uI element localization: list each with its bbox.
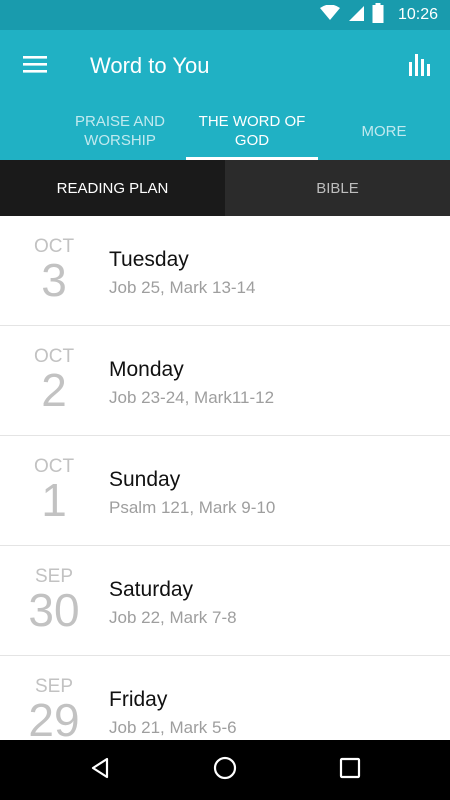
weekday-label: Monday xyxy=(109,358,184,381)
category-tabs: A PRAISE AND WORSHIP THE WORD OF GOD MOR… xyxy=(0,102,450,160)
weekday-label: Tuesday xyxy=(109,248,189,271)
home-button[interactable] xyxy=(209,754,241,786)
date-block: OCT 2 xyxy=(0,326,108,436)
passage-label: Job 23-24, Mark11-12 xyxy=(109,388,275,407)
back-icon xyxy=(88,756,112,785)
weekday-label: Sunday xyxy=(109,468,181,491)
subtabs: READING PLAN BIBLE xyxy=(0,160,450,216)
passage-label: Job 21, Mark 5-6 xyxy=(109,718,237,737)
passage-label: Job 22, Mark 7-8 xyxy=(109,608,237,627)
tab-praise-and-worship[interactable]: PRAISE AND WORSHIP xyxy=(60,102,180,160)
recents-button[interactable] xyxy=(334,754,366,786)
system-navigation-bar xyxy=(0,740,450,800)
bar-chart-icon xyxy=(408,52,432,81)
list-item[interactable]: SEP 30 Saturday Job 22, Mark 7-8 xyxy=(0,546,450,656)
list-item[interactable]: OCT 2 Monday Job 23-24, Mark11-12 xyxy=(0,326,450,436)
home-icon xyxy=(213,756,237,785)
menu-button[interactable] xyxy=(18,52,52,80)
hamburger-menu-icon xyxy=(22,54,48,79)
list-item[interactable]: OCT 3 Tuesday Job 25, Mark 13-14 xyxy=(0,216,450,326)
reading-plan-list: OCT 3 Tuesday Job 25, Mark 13-14 OCT 2 M… xyxy=(0,216,450,740)
app-bar: Word to You xyxy=(0,30,450,102)
wifi-icon xyxy=(319,4,340,26)
status-time: 10:26 xyxy=(397,6,438,23)
day-number: 2 xyxy=(41,364,67,416)
date-block: SEP 29 xyxy=(0,656,108,740)
recents-icon xyxy=(338,756,362,785)
cell-signal-icon xyxy=(348,5,364,26)
tab-the-word-of-god[interactable]: THE WORD OF GOD xyxy=(186,102,318,160)
weekday-label: Friday xyxy=(109,688,168,711)
subtab-reading-plan[interactable]: READING PLAN xyxy=(0,160,225,216)
date-block: SEP 30 xyxy=(0,546,108,656)
day-number: 30 xyxy=(28,584,80,636)
battery-icon xyxy=(372,2,384,28)
list-item[interactable]: OCT 1 Sunday Psalm 121, Mark 9-10 xyxy=(0,436,450,546)
tab-more[interactable]: MORE xyxy=(330,102,438,160)
weekday-label: Saturday xyxy=(109,578,194,601)
date-block: OCT 1 xyxy=(0,436,108,546)
status-bar: 10:26 xyxy=(0,0,450,30)
status-icons: 10:26 xyxy=(319,0,438,30)
back-button[interactable] xyxy=(84,754,116,786)
passage-label: Job 25, Mark 13-14 xyxy=(109,278,256,297)
list-item[interactable]: SEP 29 Friday Job 21, Mark 5-6 xyxy=(0,656,450,740)
app-title: Word to You xyxy=(90,53,210,78)
day-number: 1 xyxy=(41,474,67,526)
day-number: 29 xyxy=(28,694,80,740)
passage-label: Psalm 121, Mark 9-10 xyxy=(109,498,276,517)
statistics-button[interactable] xyxy=(404,50,436,82)
tab-partial[interactable]: A xyxy=(0,102,20,160)
date-block: OCT 3 xyxy=(0,216,108,326)
day-number: 3 xyxy=(41,254,67,306)
subtab-bible[interactable]: BIBLE xyxy=(225,160,450,216)
